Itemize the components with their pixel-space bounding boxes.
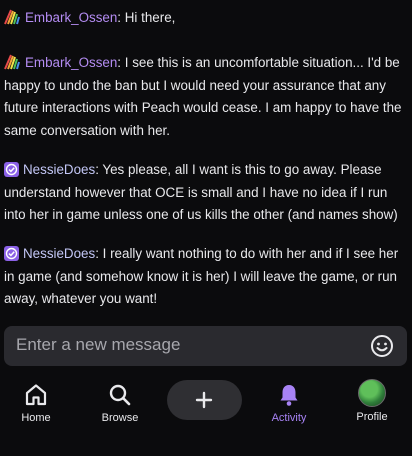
nav-profile[interactable]: Profile: [332, 374, 412, 423]
create-button[interactable]: [167, 380, 242, 420]
nav-home-label: Home: [21, 412, 51, 424]
rainbow-badge-icon: [4, 54, 21, 70]
smiley-icon[interactable]: [370, 334, 394, 358]
chat-message: NessieDoes: Yes please, all I want is th…: [4, 159, 408, 227]
verified-badge-icon: [4, 246, 19, 261]
username-colon: :: [117, 10, 125, 25]
username[interactable]: Embark_Ossen: [25, 10, 117, 25]
search-icon: [109, 384, 131, 406]
username-colon: :: [95, 246, 103, 261]
nav-browse-label: Browse: [101, 412, 139, 424]
username[interactable]: Embark_Ossen: [25, 55, 117, 70]
nav-profile-label: Profile: [356, 411, 388, 423]
rainbow-badge-icon: [4, 9, 21, 25]
avatar: [358, 379, 386, 407]
chat-message: NessieDoes: I really want nothing to do …: [4, 243, 408, 311]
plus-icon: [195, 391, 213, 409]
chat-message-list: Embark_Ossen: Hi there, Embark_Ossen: I …: [0, 0, 412, 325]
username[interactable]: NessieDoes: [23, 246, 95, 261]
nav-activity-label: Activity: [271, 412, 307, 424]
nav-browse[interactable]: Browse: [80, 374, 160, 424]
message-text: Hi there,: [124, 10, 176, 25]
verified-badge-icon: [4, 162, 19, 177]
nav-activity[interactable]: Activity: [249, 374, 329, 424]
username[interactable]: NessieDoes: [23, 162, 95, 177]
bottom-navigation: Home Browse Activity Profile: [0, 374, 412, 456]
chat-message: Embark_Ossen: Hi there,: [4, 7, 408, 30]
nav-home[interactable]: Home: [0, 374, 76, 424]
home-icon: [25, 384, 47, 406]
username-colon: :: [117, 55, 125, 70]
chat-message: Embark_Ossen: I see this is an uncomfort…: [4, 52, 408, 142]
message-input-placeholder: Enter a new message: [16, 335, 181, 354]
message-input[interactable]: Enter a new message: [4, 326, 407, 366]
bell-icon: [280, 385, 298, 406]
